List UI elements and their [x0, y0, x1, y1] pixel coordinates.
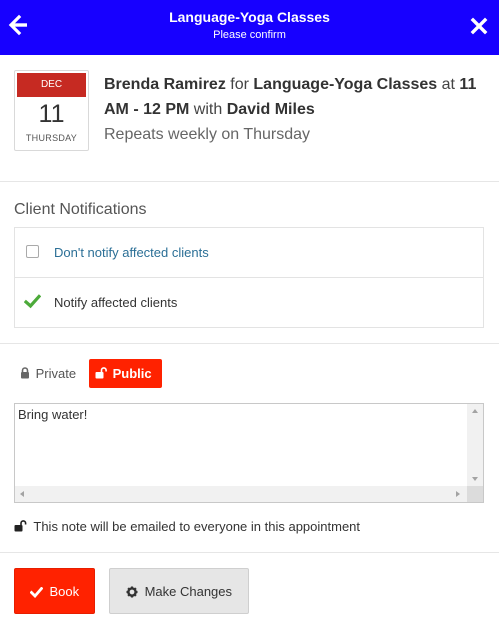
checkbox[interactable] [26, 245, 39, 258]
book-button[interactable]: Book [14, 568, 95, 614]
scroll-left-icon[interactable] [20, 491, 24, 497]
client-name: Brenda Ramirez [104, 76, 226, 93]
close-icon[interactable] [469, 15, 489, 37]
make-changes-button[interactable]: Make Changes [109, 568, 249, 614]
checkmark-icon [29, 586, 44, 599]
option-dont-notify[interactable]: Don't notify affected clients [15, 228, 483, 278]
scroll-down-icon[interactable] [472, 477, 478, 481]
for-word: for [230, 76, 249, 93]
appointment-description: Brenda Ramirez for Language-Yoga Classes… [104, 72, 489, 122]
with-word: with [193, 101, 223, 118]
appointment-summary: Brenda Ramirez for Language-Yoga Classes… [104, 72, 489, 147]
scroll-up-icon[interactable] [472, 409, 478, 413]
calendar-day: 11 [38, 100, 65, 128]
horizontal-scrollbar[interactable] [15, 486, 468, 502]
public-button[interactable]: Public [89, 359, 162, 388]
divider [0, 343, 499, 344]
header-bar: Language-Yoga Classes Please confirm [0, 0, 499, 55]
option-notify[interactable]: Notify affected clients [15, 278, 483, 328]
calendar-month: DEC [17, 73, 86, 97]
instructor-name: David Miles [226, 101, 315, 118]
gear-icon [126, 586, 138, 598]
option-label[interactable]: Don't notify affected clients [54, 245, 209, 260]
repeat-text: Repeats weekly on Thursday [104, 126, 311, 143]
calendar-weekday: THURSDAY [25, 133, 78, 143]
public-label: Public [112, 366, 152, 381]
note-field[interactable]: Bring water! [14, 403, 484, 503]
note-hint: This note will be emailed to everyone in… [14, 519, 360, 534]
notifications-title: Client Notifications [14, 201, 147, 218]
make-changes-label: Make Changes [144, 584, 233, 599]
private-label: Private [35, 366, 77, 381]
vertical-scrollbar[interactable] [467, 404, 483, 487]
checkmark-icon [23, 294, 42, 309]
note-hint-text: This note will be emailed to everyone in… [33, 519, 361, 534]
option-label[interactable]: Notify affected clients [54, 295, 177, 310]
book-label: Book [49, 584, 80, 599]
notifications-options: Don't notify affected clients Notify aff… [14, 227, 484, 328]
unlock-icon [95, 367, 107, 379]
private-button[interactable]: Private [14, 359, 84, 388]
at-word: at [441, 76, 455, 93]
header-title: Language-Yoga Classes [169, 9, 330, 25]
calendar-date-card: DEC 11 THURSDAY [14, 70, 89, 151]
scroll-right-icon[interactable] [456, 491, 460, 497]
divider [0, 552, 499, 553]
resize-corner[interactable] [467, 486, 483, 502]
unlock-icon [14, 520, 27, 532]
lock-icon [21, 367, 29, 379]
header-subtitle: Please confirm [213, 29, 286, 41]
note-textarea[interactable]: Bring water! [15, 404, 468, 487]
class-name: Language-Yoga Classes [253, 76, 438, 93]
divider [0, 181, 499, 182]
